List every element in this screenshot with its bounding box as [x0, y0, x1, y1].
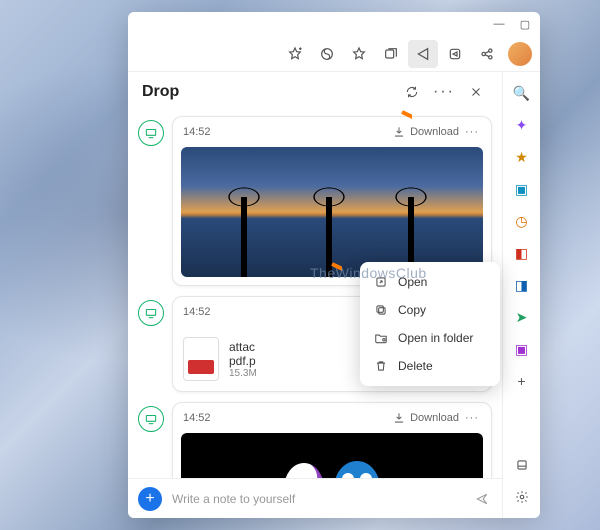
title-bar: — ▢ — [128, 12, 540, 36]
file-name: attac — [229, 340, 257, 354]
refresh-icon[interactable] — [400, 80, 424, 104]
timestamp: 14:52 — [183, 412, 211, 424]
copy-icon — [374, 303, 388, 317]
mail-icon[interactable]: ◨ — [509, 272, 535, 298]
cube-icon[interactable]: ◧ — [509, 240, 535, 266]
compose-bar: + Write a note to yourself — [128, 478, 502, 518]
ctx-open-folder[interactable]: Open in folder — [360, 324, 500, 352]
trash-icon — [374, 359, 388, 373]
star-icon[interactable] — [344, 40, 374, 68]
add-button[interactable]: + — [138, 487, 162, 511]
favorites-icon[interactable] — [280, 40, 310, 68]
collections-icon[interactable] — [376, 40, 406, 68]
send-button[interactable] — [472, 489, 492, 509]
clock-icon[interactable]: ◷ — [509, 208, 535, 234]
device-icon — [138, 406, 164, 432]
settings-icon[interactable] — [509, 484, 535, 510]
compose-input[interactable]: Write a note to yourself — [172, 492, 462, 506]
image-preview[interactable] — [181, 147, 483, 277]
image-card[interactable]: 14:52 Download ··· — [172, 402, 492, 478]
image-preview[interactable] — [181, 433, 483, 478]
close-icon[interactable] — [464, 80, 488, 104]
context-menu: Open Copy Open in folder Delete — [360, 262, 500, 386]
card-more-icon[interactable]: ··· — [463, 126, 481, 138]
annotation-arrow — [328, 260, 342, 274]
add-icon[interactable]: + — [509, 368, 535, 394]
device-icon — [138, 120, 164, 146]
toolbar — [128, 36, 540, 72]
folder-icon — [374, 331, 388, 345]
video-icon[interactable]: ▣ — [509, 336, 535, 362]
timestamp: 14:52 — [183, 306, 211, 318]
card-header: 14:52 Download ··· — [173, 403, 491, 433]
panel-actions: ··· — [400, 80, 488, 104]
send-icon[interactable]: ➤ — [509, 304, 535, 330]
ctx-copy[interactable]: Copy — [360, 296, 500, 324]
ctx-open[interactable]: Open — [360, 268, 500, 296]
photo-icon[interactable]: ▣ — [509, 176, 535, 202]
tab-actions-icon[interactable] — [440, 40, 470, 68]
share-icon[interactable] — [472, 40, 502, 68]
download-button[interactable]: Download — [392, 411, 459, 425]
drop-item: 14:52 Download ··· — [138, 402, 492, 478]
timestamp: 14:52 — [183, 126, 211, 138]
file-ext: pdf.p — [229, 354, 257, 368]
card-header: 14:52 Download ··· — [173, 117, 491, 147]
annotation-arrow — [398, 108, 412, 122]
profile-avatar[interactable] — [508, 42, 532, 66]
collapse-icon[interactable] — [509, 452, 535, 478]
app-window: — ▢ Drop ··· — [128, 12, 540, 518]
search-icon[interactable]: 🔍 — [509, 80, 535, 106]
drop-icon[interactable] — [408, 40, 438, 68]
minimize-button[interactable]: — — [492, 17, 506, 31]
sparkle-icon[interactable]: ✦ — [509, 112, 535, 138]
file-info: attac pdf.p 15.3M — [229, 340, 257, 379]
ctx-delete[interactable]: Delete — [360, 352, 500, 380]
device-icon — [138, 300, 164, 326]
extension-icon[interactable] — [312, 40, 342, 68]
star-favorite-icon[interactable]: ★ — [509, 144, 535, 170]
more-icon[interactable]: ··· — [432, 80, 456, 104]
card-more-icon[interactable]: ··· — [463, 412, 481, 424]
panel-header: Drop ··· — [128, 72, 502, 112]
open-icon — [374, 275, 388, 289]
maximize-button[interactable]: ▢ — [518, 17, 532, 31]
pdf-thumb-icon — [183, 337, 219, 381]
file-size: 15.3M — [229, 368, 257, 379]
download-button[interactable]: Download — [392, 125, 459, 139]
drop-item: 14:52 Download ··· — [138, 116, 492, 286]
panel-title: Drop — [142, 83, 179, 101]
sidebar: 🔍 ✦ ★ ▣ ◷ ◧ ◨ ➤ ▣ + — [502, 72, 540, 518]
